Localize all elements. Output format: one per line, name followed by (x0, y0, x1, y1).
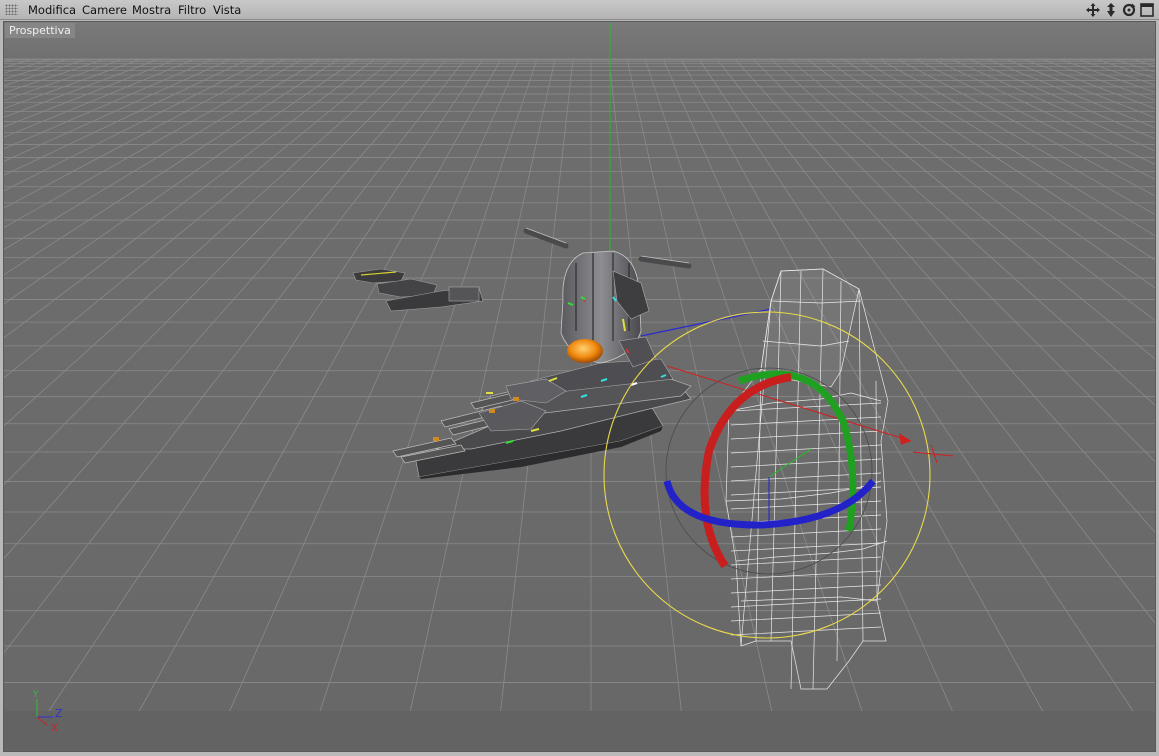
menu-filtro[interactable]: Filtro (178, 3, 206, 17)
orange-dome (567, 339, 603, 363)
axis-indicator-y: Y (32, 690, 39, 700)
axis-indicator-z: Z (55, 707, 63, 720)
toolbar-grip-icon[interactable] (5, 4, 18, 15)
menubar: Modifica Camere Mostra Filtro Vista (0, 0, 1159, 20)
viewport-scene: Y Z X (4, 22, 1155, 751)
viewport-bottom-band (4, 711, 1155, 751)
maximize-view-icon[interactable] (1139, 2, 1155, 18)
menu-mostra[interactable]: Mostra (132, 3, 171, 17)
menu-modifica[interactable]: Modifica (28, 3, 76, 17)
perspective-viewport[interactable]: Prospettiva Y Z X (3, 21, 1156, 752)
menu-camere[interactable]: Camere (82, 3, 127, 17)
move-view-icon[interactable] (1085, 2, 1101, 18)
view-navigation-icons (1085, 2, 1155, 18)
menu-vista[interactable]: Vista (213, 3, 241, 17)
rotate-view-icon[interactable] (1121, 2, 1137, 18)
axis-indicator-x: X (51, 723, 58, 734)
dolly-view-icon[interactable] (1103, 2, 1119, 18)
viewport-label[interactable]: Prospettiva (5, 23, 75, 38)
